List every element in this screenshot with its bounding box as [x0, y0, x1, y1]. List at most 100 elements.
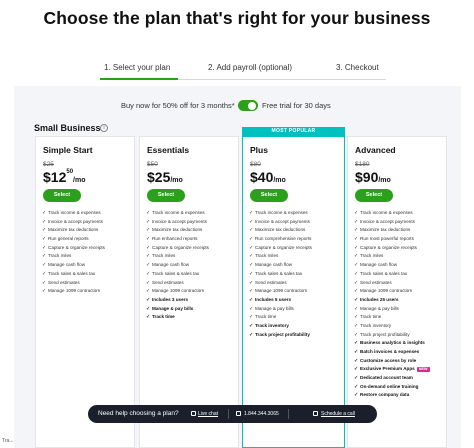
footer-text: Tra... — [2, 438, 14, 444]
feature-item: ✓ Send estimates — [249, 279, 341, 288]
schedule-call-link[interactable]: Schedule a call — [321, 411, 355, 417]
feature-item: ✓ Restore company data — [354, 391, 446, 400]
select-button[interactable]: Select — [43, 189, 81, 202]
checkout-steps: 1. Select your plan 2. Add payroll (opti… — [86, 63, 386, 83]
feature-item: ✓ Capture & organize receipts — [146, 244, 238, 253]
feature-text: Track miles — [255, 253, 279, 259]
checkmark-icon: ✓ — [249, 262, 254, 269]
phone-number[interactable]: 1.844.344.3065 — [244, 411, 279, 417]
feature-item: ✓ Manage cash flow — [249, 261, 341, 270]
trial-toggle[interactable] — [238, 100, 258, 111]
feature-text: Invoice & accept payments — [48, 218, 103, 224]
checkmark-icon: ✓ — [354, 210, 359, 216]
feature-item: ✓ Run most powerful reports — [354, 235, 446, 244]
info-icon[interactable]: i — [100, 124, 108, 132]
checkmark-icon: ✓ — [146, 305, 151, 312]
feature-item: ✓ Track miles — [354, 252, 446, 261]
old-price: $80 — [250, 161, 261, 168]
checkmark-icon: ✓ — [146, 262, 151, 269]
feature-text: Manage 1099 contractors — [152, 288, 205, 294]
feature-list: ✓ Track income & expenses ✓ Invoice & accep… — [354, 209, 446, 400]
promo-toggle-row: Buy now for 50% off for 3 months* Free t… — [0, 100, 474, 114]
feature-text: Track sales & sales tax — [360, 270, 408, 276]
feature-text: Track miles — [152, 253, 176, 259]
price-cents: 50 — [66, 169, 74, 175]
feature-item: ✓ Run enhanced reports — [146, 235, 238, 244]
feature-text: Track time — [152, 314, 175, 320]
feature-text: Invoice & accept payments — [152, 218, 207, 224]
checkmark-icon: ✓ — [42, 270, 47, 277]
checkmark-icon: ✓ — [146, 296, 151, 303]
checkmark-icon: ✓ — [354, 227, 359, 234]
checkmark-icon: ✓ — [249, 314, 254, 321]
select-button[interactable]: Select — [355, 189, 393, 202]
divider — [288, 409, 289, 419]
step-select-plan[interactable]: 1. Select your plan — [104, 63, 170, 72]
promo-trial-label: Free trial for 30 days — [262, 101, 331, 110]
feature-list: ✓ Track income & expenses ✓ Invoice & accep… — [42, 209, 134, 296]
checkmark-icon: ✓ — [354, 288, 359, 295]
plan-card: Essentials $50 $25/mo Select ✓ Track income &… — [139, 136, 239, 448]
checkmark-icon: ✓ — [354, 331, 359, 338]
feature-item: ✓ Track income & expenses — [42, 209, 134, 218]
checkmark-icon: ✓ — [354, 314, 359, 321]
feature-text: Includes 3 users — [152, 296, 189, 302]
price-unit: /mo — [273, 177, 286, 184]
feature-item: ✓ Manage & pay bills — [249, 305, 341, 314]
feature-item: ✓ Manage cash flow — [354, 261, 446, 270]
feature-text: Restore company data — [360, 392, 410, 398]
checkmark-icon: ✓ — [249, 305, 254, 312]
feature-text: Track sales & sales tax — [48, 270, 96, 276]
feature-item: ✓ Maximize tax deductions — [146, 226, 238, 235]
calendar-icon — [313, 411, 318, 416]
feature-text: Manage cash flow — [360, 262, 398, 268]
feature-item: ✓ Maximize tax deductions — [42, 226, 134, 235]
feature-text: Invoice & accept payments — [360, 218, 415, 224]
feature-list: ✓ Track income & expenses ✓ Invoice & accep… — [249, 209, 341, 339]
steps-track — [178, 79, 386, 80]
feature-text: Track income & expenses — [360, 210, 413, 215]
feature-item: ✓ Track sales & sales tax — [249, 270, 341, 279]
feature-text: Manage cash flow — [152, 262, 190, 268]
checkmark-icon: ✓ — [354, 218, 359, 225]
checkmark-icon: ✓ — [146, 314, 151, 321]
feature-item: ✓ Track time — [146, 313, 238, 322]
feature-item: ✓ Manage & pay bills — [146, 305, 238, 314]
feature-text: Track project profitability — [255, 331, 310, 337]
checkmark-icon: ✓ — [249, 253, 254, 260]
feature-text: Run most powerful reports — [360, 236, 414, 242]
old-price: $180 — [355, 161, 370, 168]
plan-name: Advanced — [355, 145, 396, 155]
checkmark-icon: ✓ — [354, 253, 359, 260]
feature-text: Includes 25 users — [360, 296, 399, 302]
feature-text: Business analytics & insights — [360, 340, 425, 346]
feature-text: Batch invoices & expenses — [360, 349, 420, 354]
promo-discount-label: Buy now for 50% off for 3 months* — [121, 101, 235, 110]
feature-item: ✓ Track miles — [146, 252, 238, 261]
feature-text: Run comprehensive reports — [255, 236, 312, 242]
checkmark-icon: ✓ — [146, 227, 151, 234]
feature-item: ✓ Dedicated account team — [354, 374, 446, 383]
live-chat-link[interactable]: Live chat — [198, 411, 218, 417]
feature-item: ✓ Track miles — [249, 252, 341, 261]
feature-text: Track sales & sales tax — [255, 270, 303, 276]
feature-list: ✓ Track income & expenses ✓ Invoice & accep… — [146, 209, 238, 322]
step-add-payroll[interactable]: 2. Add payroll (optional) — [208, 63, 292, 72]
feature-text: Manage 1099 contractors — [48, 288, 101, 294]
checkmark-icon: ✓ — [146, 288, 151, 295]
checkmark-icon: ✓ — [42, 210, 47, 216]
plan-price: $25/mo — [147, 169, 183, 185]
checkmark-icon: ✓ — [146, 270, 151, 277]
checkmark-icon: ✓ — [249, 218, 254, 225]
checkmark-icon: ✓ — [354, 305, 359, 312]
checkmark-icon: ✓ — [249, 279, 254, 286]
feature-text: Send estimates — [255, 279, 287, 285]
select-button[interactable]: Select — [147, 189, 185, 202]
select-button[interactable]: Select — [250, 189, 288, 202]
plan-price: $1250/mo — [43, 169, 86, 185]
feature-text: Capture & organize receipts — [152, 244, 209, 250]
step-checkout[interactable]: 3. Checkout — [336, 63, 379, 72]
feature-item: ✓ Customize access by role — [354, 357, 446, 366]
feature-text: Capture & organize receipts — [360, 244, 417, 250]
feature-text: Manage cash flow — [255, 262, 293, 268]
